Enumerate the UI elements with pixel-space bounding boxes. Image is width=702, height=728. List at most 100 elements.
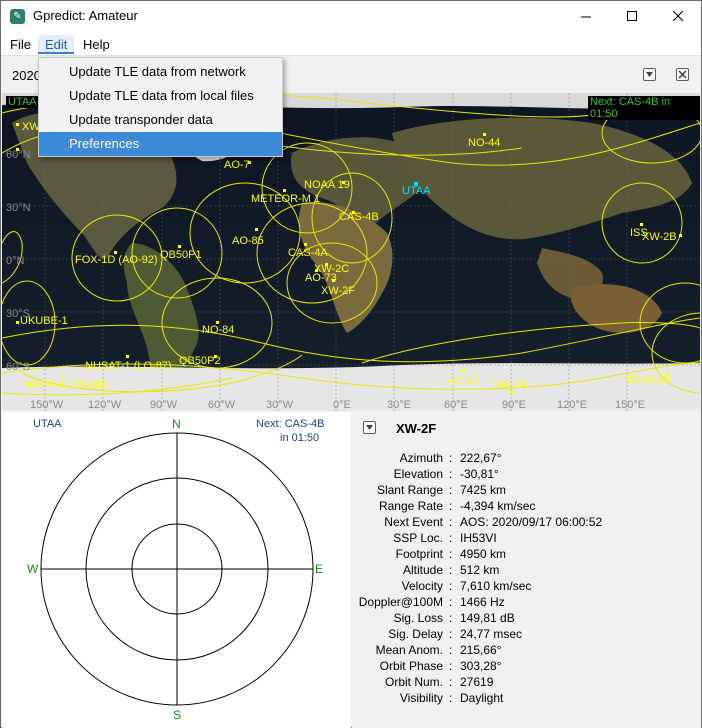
- info-satellite-name: XW-2F: [396, 421, 437, 436]
- sat-label[interactable]: NOAA 19: [304, 179, 350, 191]
- info-row-colon: :: [449, 643, 453, 657]
- sat-label[interactable]: NO-84: [202, 324, 234, 336]
- info-row-value: 303,28°: [460, 659, 502, 673]
- window-title: Gpredict: Amateur: [33, 8, 138, 23]
- sat-label[interactable]: CAS-4A: [288, 247, 328, 259]
- info-row-value: 24,77 msec: [460, 627, 523, 641]
- module-options-button[interactable]: [643, 68, 656, 81]
- chevron-down-icon: [646, 72, 653, 77]
- info-row: SSP Loc.: IH53VI: [352, 531, 701, 547]
- info-row-value: 215,66°: [460, 643, 502, 657]
- info-row-label: Footprint: [395, 547, 443, 561]
- info-row-label: Elevation: [393, 467, 443, 481]
- info-row-label: Orbit Num.: [384, 675, 443, 689]
- sat-label[interactable]: AO-73: [305, 272, 337, 284]
- info-row-colon: :: [449, 451, 453, 465]
- sat-label[interactable]: NUSAT-1 (LO-87): [85, 360, 172, 372]
- info-row-colon: :: [449, 563, 453, 577]
- lon-label: 90°E: [502, 399, 526, 411]
- module-close-button[interactable]: [676, 68, 689, 81]
- sat-label[interactable]: AO-85: [232, 235, 264, 247]
- info-row-colon: :: [449, 579, 453, 593]
- sat-label[interactable]: QB50P2: [179, 355, 221, 367]
- polar-next-line1: Next: CAS-4B: [256, 418, 325, 430]
- menu-item-preferences[interactable]: Preferences: [39, 132, 282, 156]
- sat-label[interactable]: XW-2A: [493, 379, 528, 391]
- info-row-label: Sig. Delay: [388, 627, 443, 641]
- close-icon: [678, 70, 687, 79]
- lon-label: 60°W: [208, 399, 236, 411]
- info-row-label: Doppler@100M: [358, 595, 443, 609]
- info-row-label: Next Event: [384, 515, 443, 529]
- polar-canvas: [40, 432, 314, 706]
- menu-item-update-transponder[interactable]: Update transponder data: [39, 108, 282, 132]
- polar-view[interactable]: UTAA Next: CAS-4B in 01:50 N S E W: [2, 412, 351, 728]
- title-bar[interactable]: ✎ Gpredict: Amateur: [1, 1, 701, 32]
- info-row: Azimuth:222,67°: [352, 451, 701, 467]
- info-row-value: 4950 km: [460, 547, 507, 561]
- lon-label: 0°E: [333, 399, 351, 411]
- lon-label: 150°W: [30, 399, 64, 411]
- info-row-label: Orbit Phase: [379, 659, 443, 673]
- info-row-colon: :: [449, 691, 453, 705]
- sat-label[interactable]: AO-7: [224, 159, 250, 171]
- info-row: Visibility: Daylight: [352, 691, 701, 707]
- sat-label[interactable]: XW-2F: [321, 285, 355, 297]
- lon-label: 120°W: [88, 399, 122, 411]
- sat-label[interactable]: AO-91: [447, 375, 479, 387]
- satellite-info-panel: XW-2F Azimuth:222,67° Elevation: -30,81° Sl…: [352, 412, 701, 728]
- info-row: Footprint:4950 km: [352, 547, 701, 563]
- lon-label: 150°E: [615, 399, 646, 411]
- info-row: Doppler@100M:1466 Hz: [352, 595, 701, 611]
- info-row-value: IH53VI: [460, 531, 497, 545]
- sat-label[interactable]: CAS-4B: [339, 211, 379, 223]
- info-row-value: 222,67°: [460, 451, 502, 465]
- info-row: Range Rate: -4,394 km/sec: [352, 499, 701, 515]
- info-row-value: 1466 Hz: [460, 595, 505, 609]
- menu-bar: File Edit Help: [1, 32, 701, 56]
- info-row-value: 7,610 km/sec: [460, 579, 532, 593]
- info-row-label: Velocity: [401, 579, 443, 593]
- maximize-button[interactable]: [609, 1, 655, 32]
- lat-label: 60°N: [6, 149, 31, 161]
- info-row-value: -4,394 km/sec: [460, 499, 536, 513]
- menu-file[interactable]: File: [3, 35, 38, 54]
- info-row-colon: :: [449, 467, 453, 481]
- menu-item-update-tle-network[interactable]: Update TLE data from network: [39, 60, 282, 84]
- menu-item-update-tle-local[interactable]: Update TLE data from local files: [39, 84, 282, 108]
- minimize-button[interactable]: [563, 1, 609, 32]
- info-row: Elevation: -30,81°: [352, 467, 701, 483]
- minimize-icon: [580, 16, 591, 18]
- map-next-event: Next: CAS-4B in 01:50: [588, 96, 700, 120]
- sat-label[interactable]: NOAA 15: [624, 374, 670, 386]
- info-row-value: 27619: [460, 675, 494, 689]
- info-toggle-button[interactable]: [363, 421, 376, 434]
- sat-label[interactable]: FOX-1D (AO-92): [75, 254, 158, 266]
- lat-label: 60°S: [6, 361, 30, 373]
- sat-label[interactable]: UKUBE-1: [20, 315, 68, 327]
- info-row-label: SSP Loc.: [393, 531, 443, 545]
- sat-label[interactable]: NO-44: [468, 137, 500, 149]
- close-button[interactable]: [655, 1, 701, 32]
- sat-label[interactable]: METEOR-M 1: [251, 193, 320, 205]
- info-row-value: 512 km: [460, 563, 500, 577]
- info-row: Velocity:7,610 km/sec: [352, 579, 701, 595]
- menu-edit[interactable]: Edit: [38, 35, 75, 54]
- info-row-colon: :: [449, 531, 453, 545]
- info-row-colon: :: [449, 483, 453, 497]
- info-row: Slant Range:7425 km: [352, 483, 701, 499]
- info-row-value: Daylight: [460, 691, 504, 705]
- info-row-label: Sig. Loss: [393, 611, 443, 625]
- map-qth-label: UTAA: [6, 96, 39, 108]
- info-row-value: -30,81°: [460, 467, 499, 481]
- polar-east-label: E: [315, 562, 324, 576]
- info-row: Altitude:512 km: [352, 563, 701, 579]
- info-row-value: AOS: 2020/09/17 06:00:52: [460, 515, 603, 529]
- menu-help[interactable]: Help: [76, 35, 117, 54]
- sat-label[interactable]: NAYIF-1 (EO-88): [24, 379, 108, 391]
- info-row-colon: :: [449, 547, 453, 561]
- sat-label[interactable]: QB50P1: [160, 249, 202, 261]
- lon-label: 30°E: [387, 399, 411, 411]
- lon-label: 90°W: [150, 399, 178, 411]
- sat-label[interactable]: XW-2B: [642, 231, 677, 243]
